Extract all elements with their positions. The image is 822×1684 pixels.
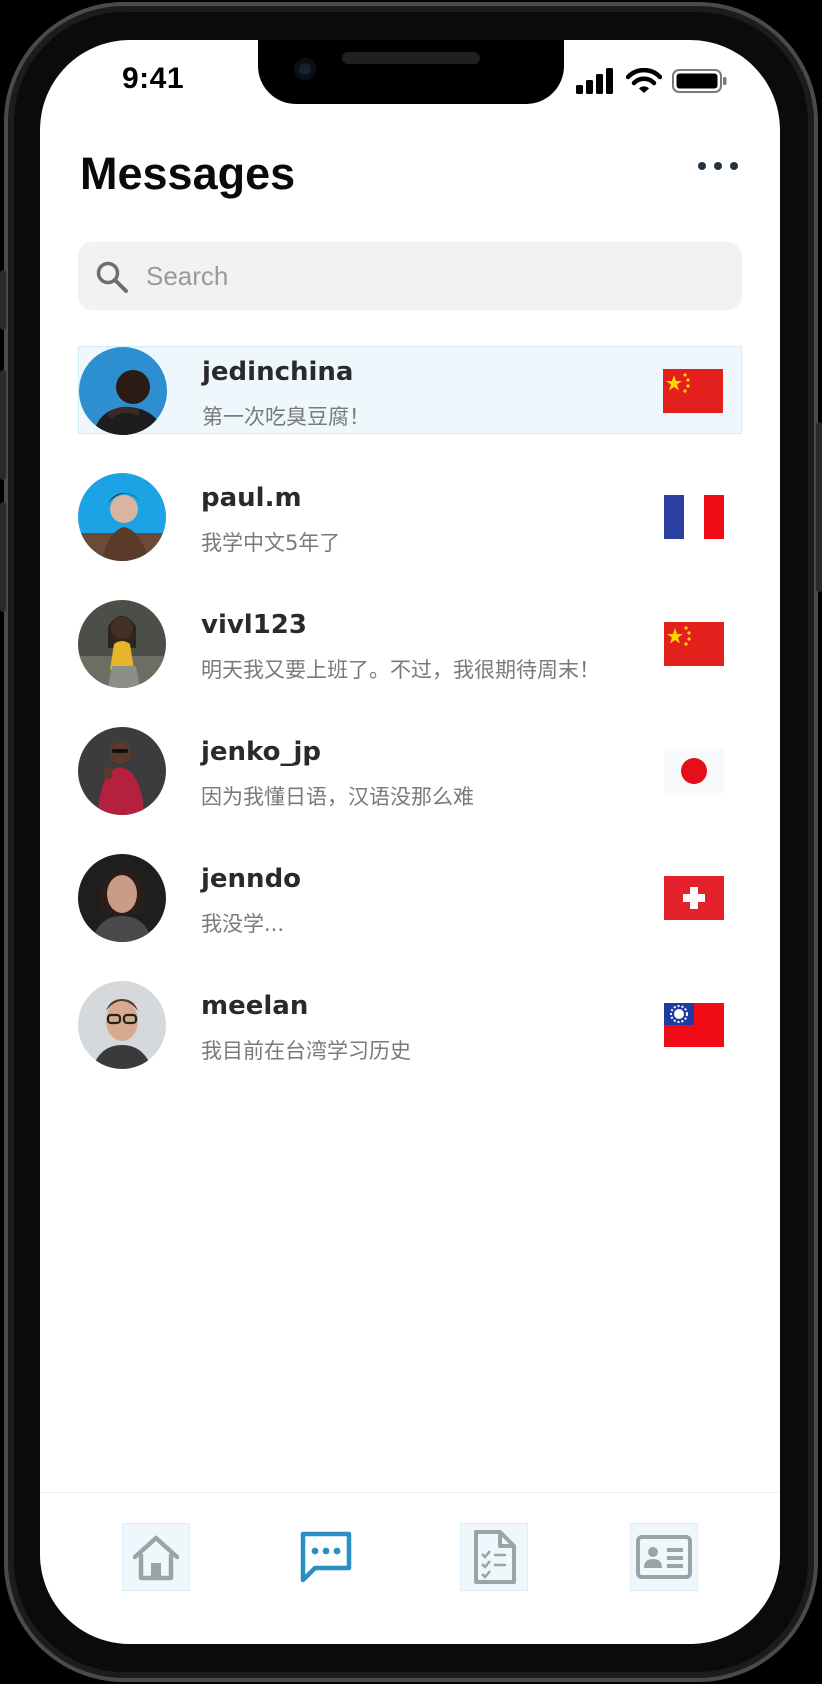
avatar [78,600,166,688]
conversation-username: vivl123 [201,610,307,640]
conversation-row[interactable]: jenko_jp 因为我懂日语，汉语没那么难 [78,727,742,815]
dot [714,162,722,170]
taiwan-flag-icon [664,1003,724,1047]
search-input[interactable] [146,242,706,310]
conversation-row[interactable]: vivl123 明天我又要上班了。不过，我很期待周末！ [78,600,742,688]
home-icon [132,1535,180,1581]
volume-down-button [0,502,6,612]
dot [698,162,706,170]
tab-tasks[interactable] [460,1523,528,1591]
conversation-row[interactable]: meelan 我目前在台湾学习历史 [78,981,742,1069]
tab-profile[interactable] [630,1523,698,1591]
app-screen: 9:41 Messages Search jedinchina 第一次吃臭豆腐！… [40,40,780,1644]
search-bar[interactable] [78,242,742,310]
tab-messages[interactable] [292,1523,360,1591]
front-camera [294,58,316,80]
china-flag-icon [664,622,724,666]
wifi-icon [626,68,662,93]
conversation-row[interactable]: jedinchina 第一次吃臭豆腐！ [78,346,742,435]
search-icon [96,261,128,293]
conversation-username: meelan [201,991,309,1021]
conversation-username: jedinchina [202,357,354,387]
chat-icon [300,1531,352,1583]
china-flag-icon [663,369,723,413]
status-time: 9:41 [122,62,185,95]
japan-flag-icon [664,749,724,793]
conversation-preview: 明天我又要上班了。不过，我很期待周末！ [201,658,600,682]
conversation-preview: 我没学... [201,912,285,936]
switzerland-flag-icon [664,876,724,920]
avatar [78,981,166,1069]
tab-home[interactable] [122,1523,190,1591]
dot [730,162,738,170]
status-icons [576,68,728,94]
tab-bar [40,1492,780,1644]
speaker-grille [342,52,480,64]
conversation-preview: 因为我懂日语，汉语没那么难 [201,785,474,809]
conversation-username: jenndo [201,864,302,894]
page-title: Messages [80,148,296,199]
avatar [78,854,166,942]
france-flag-icon [664,495,724,539]
avatar [79,347,167,435]
conversation-preview: 第一次吃臭豆腐！ [202,405,370,429]
avatar [78,473,166,561]
conversation-username: paul.m [201,483,302,513]
silent-switch [0,270,6,330]
battery-icon [672,69,727,93]
contact-card-icon [636,1535,692,1579]
conversation-preview: 我学中文5年了 [201,531,341,555]
conversation-row[interactable]: paul.m 我学中文5年了 [78,473,742,561]
more-options-icon[interactable] [698,158,738,174]
volume-up-button [0,370,6,480]
cellular-signal-icon [576,68,613,94]
conversation-row[interactable]: jenndo 我没学... [78,854,742,942]
checklist-document-icon [474,1530,516,1584]
avatar [78,727,166,815]
conversation-username: jenko_jp [201,737,322,767]
power-button [816,422,822,592]
conversation-preview: 我目前在台湾学习历史 [201,1039,411,1063]
